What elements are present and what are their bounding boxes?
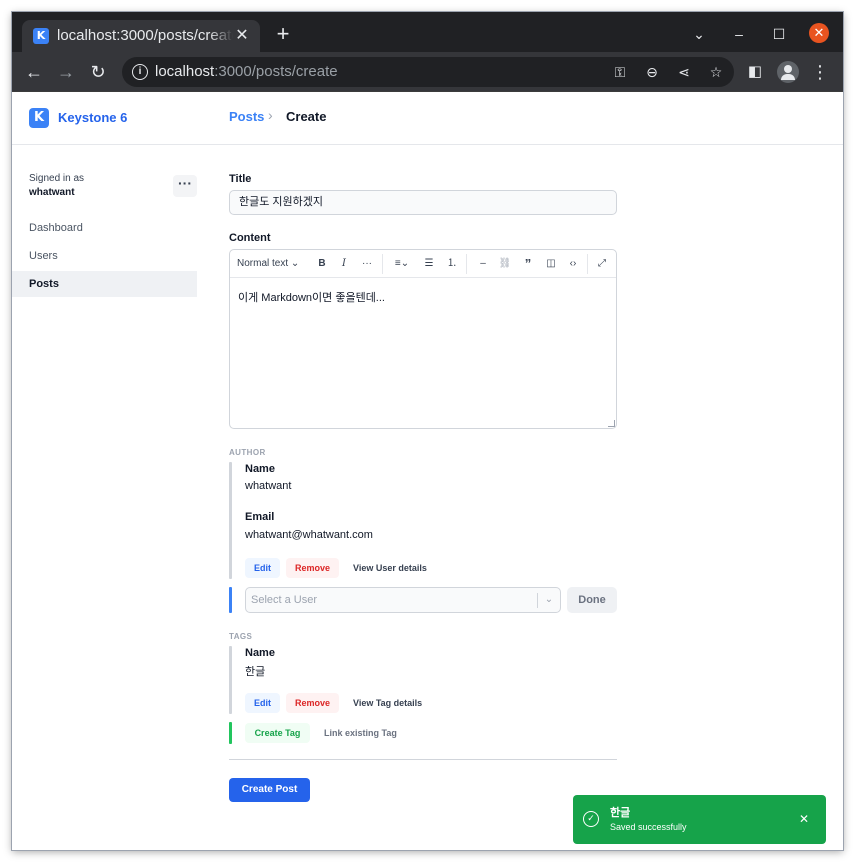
author-name-value: whatwant	[245, 480, 292, 492]
window-close-icon[interactable]: ✕	[809, 23, 829, 43]
maximize-icon[interactable]: ☐	[769, 24, 789, 44]
author-item-bar	[229, 462, 232, 579]
tab-strip: K localhost:3000/posts/create ✕ + ⌄ – ☐ …	[12, 12, 843, 52]
app-header: K Keystone 6 Posts › Create	[12, 92, 843, 145]
tag-edit-button[interactable]: Edit	[245, 693, 280, 713]
browser-menu-icon[interactable]: ⋮	[808, 60, 832, 84]
chevron-down-icon[interactable]: ⌄	[542, 592, 556, 608]
tag-remove-button[interactable]: Remove	[286, 693, 339, 713]
numbered-list-icon[interactable]: ⒈	[444, 256, 460, 272]
bold-icon[interactable]: B	[314, 256, 330, 272]
reload-icon[interactable]: ↻	[86, 60, 110, 84]
user-select-placeholder: Select a User	[251, 594, 318, 606]
tab-close-icon[interactable]: ✕	[232, 26, 252, 46]
content-label: Content	[229, 232, 271, 244]
profile-avatar-icon[interactable]	[777, 61, 799, 83]
tag-item-bar	[229, 646, 232, 714]
author-email-value: whatwant@whatwant.com	[245, 529, 373, 541]
code-icon[interactable]: ‹›	[565, 256, 581, 272]
sidebar-item-users[interactable]: Users	[12, 243, 197, 269]
tag-name-value: 한글	[245, 666, 266, 678]
select-divider	[537, 593, 538, 608]
view-tag-details-link[interactable]: View Tag details	[353, 698, 422, 708]
key-icon[interactable]: ⚿	[610, 62, 630, 82]
keystone-logo-icon[interactable]: K	[29, 108, 49, 128]
bullet-list-icon[interactable]: ☰	[421, 256, 437, 272]
brand-name[interactable]: Keystone 6	[58, 110, 127, 125]
signed-in-label: Signed in as	[29, 173, 85, 184]
author-edit-button[interactable]: Edit	[245, 558, 280, 578]
breadcrumb-chevron-icon: ›	[268, 107, 273, 123]
zoom-icon[interactable]: ⊖	[642, 62, 662, 82]
columns-icon[interactable]: ◫	[543, 256, 559, 272]
new-tab-icon[interactable]: +	[271, 23, 295, 47]
block-type-select[interactable]: Normal text ⌄	[237, 256, 307, 272]
create-tag-button[interactable]: Create Tag	[245, 723, 310, 743]
toolbar-divider	[587, 254, 588, 274]
author-select-bar	[229, 587, 232, 613]
align-icon[interactable]: ≡⌄	[390, 256, 414, 272]
view-user-details-link[interactable]: View User details	[353, 563, 427, 573]
url-text[interactable]: localhost:3000/posts/create	[155, 63, 338, 80]
content-editor[interactable]: Normal text ⌄ B I ··· ≡⌄ ☰ ⒈ – ⛓ ” ◫ ‹› …	[229, 249, 617, 429]
tag-name-label: Name	[245, 647, 275, 659]
form-divider	[229, 759, 617, 760]
tags-section-label: TAGS	[229, 632, 253, 641]
sidebar-item-dashboard[interactable]: Dashboard	[12, 215, 197, 241]
editor-toolbar: Normal text ⌄ B I ··· ≡⌄ ☰ ⒈ – ⛓ ” ◫ ‹› …	[230, 250, 616, 278]
user-select[interactable]: Select a User ⌄	[245, 587, 561, 613]
sidebar-item-posts[interactable]: Posts	[12, 271, 197, 297]
page: K Keystone 6 Posts › Create Signed in as…	[12, 92, 843, 850]
link-icon[interactable]: ⛓	[497, 256, 513, 272]
title-input[interactable]: 한글도 지원하겠지	[229, 190, 617, 215]
browser-tab[interactable]: K localhost:3000/posts/create ✕	[22, 20, 260, 52]
author-section-label: AUTHOR	[229, 448, 266, 457]
share-icon[interactable]: ⋖	[674, 62, 694, 82]
tab-title: localhost:3000/posts/create	[57, 27, 233, 44]
content-text[interactable]: 이게 Markdown이면 좋을텐데...	[238, 289, 385, 305]
resize-handle-icon[interactable]	[608, 420, 615, 427]
title-label: Title	[229, 173, 252, 185]
toast-title: 한글	[610, 807, 631, 819]
keystone-favicon-icon: K	[33, 28, 49, 44]
toast-message: Saved successfully	[610, 822, 687, 832]
toolbar-divider	[466, 254, 467, 274]
forward-icon[interactable]: →	[54, 60, 78, 84]
author-email-label: Email	[245, 511, 275, 523]
breadcrumb-posts-link[interactable]: Posts	[229, 109, 264, 124]
toast-close-icon[interactable]: ✕	[796, 811, 812, 827]
expand-icon[interactable]: ⤢	[594, 256, 610, 272]
divider-icon[interactable]: –	[475, 256, 491, 272]
page-title: Create	[286, 109, 327, 124]
link-existing-tag-link[interactable]: Link existing Tag	[324, 728, 397, 738]
site-info-icon[interactable]: i	[132, 64, 148, 80]
tag-create-bar	[229, 722, 232, 744]
author-name-label: Name	[245, 463, 275, 475]
more-formatting-icon[interactable]: ···	[359, 256, 375, 272]
bookmark-star-icon[interactable]: ☆	[706, 62, 726, 82]
address-bar[interactable]: i localhost:3000/posts/create ⚿ ⊖ ⋖ ☆	[122, 57, 734, 87]
back-icon[interactable]: ←	[22, 60, 46, 84]
browser-toolbar: ← → ↻ i localhost:3000/posts/create ⚿ ⊖ …	[12, 52, 843, 92]
success-toast: ✓ 한글 Saved successfully ✕	[573, 795, 826, 844]
quote-icon[interactable]: ”	[520, 256, 536, 272]
signed-in-user: whatwant	[29, 187, 75, 198]
tab-search-chevron-icon[interactable]: ⌄	[689, 24, 709, 44]
check-circle-icon: ✓	[583, 811, 599, 827]
italic-icon[interactable]: I	[336, 256, 352, 272]
toolbar-divider	[382, 254, 383, 274]
done-button[interactable]: Done	[567, 587, 617, 613]
create-post-button[interactable]: Create Post	[229, 778, 310, 802]
side-panel-icon[interactable]: ◧	[743, 60, 767, 84]
user-menu-button[interactable]: ···	[173, 175, 197, 197]
browser-window: K localhost:3000/posts/create ✕ + ⌄ – ☐ …	[12, 12, 843, 850]
author-remove-button[interactable]: Remove	[286, 558, 339, 578]
minimize-icon[interactable]: –	[729, 24, 749, 44]
